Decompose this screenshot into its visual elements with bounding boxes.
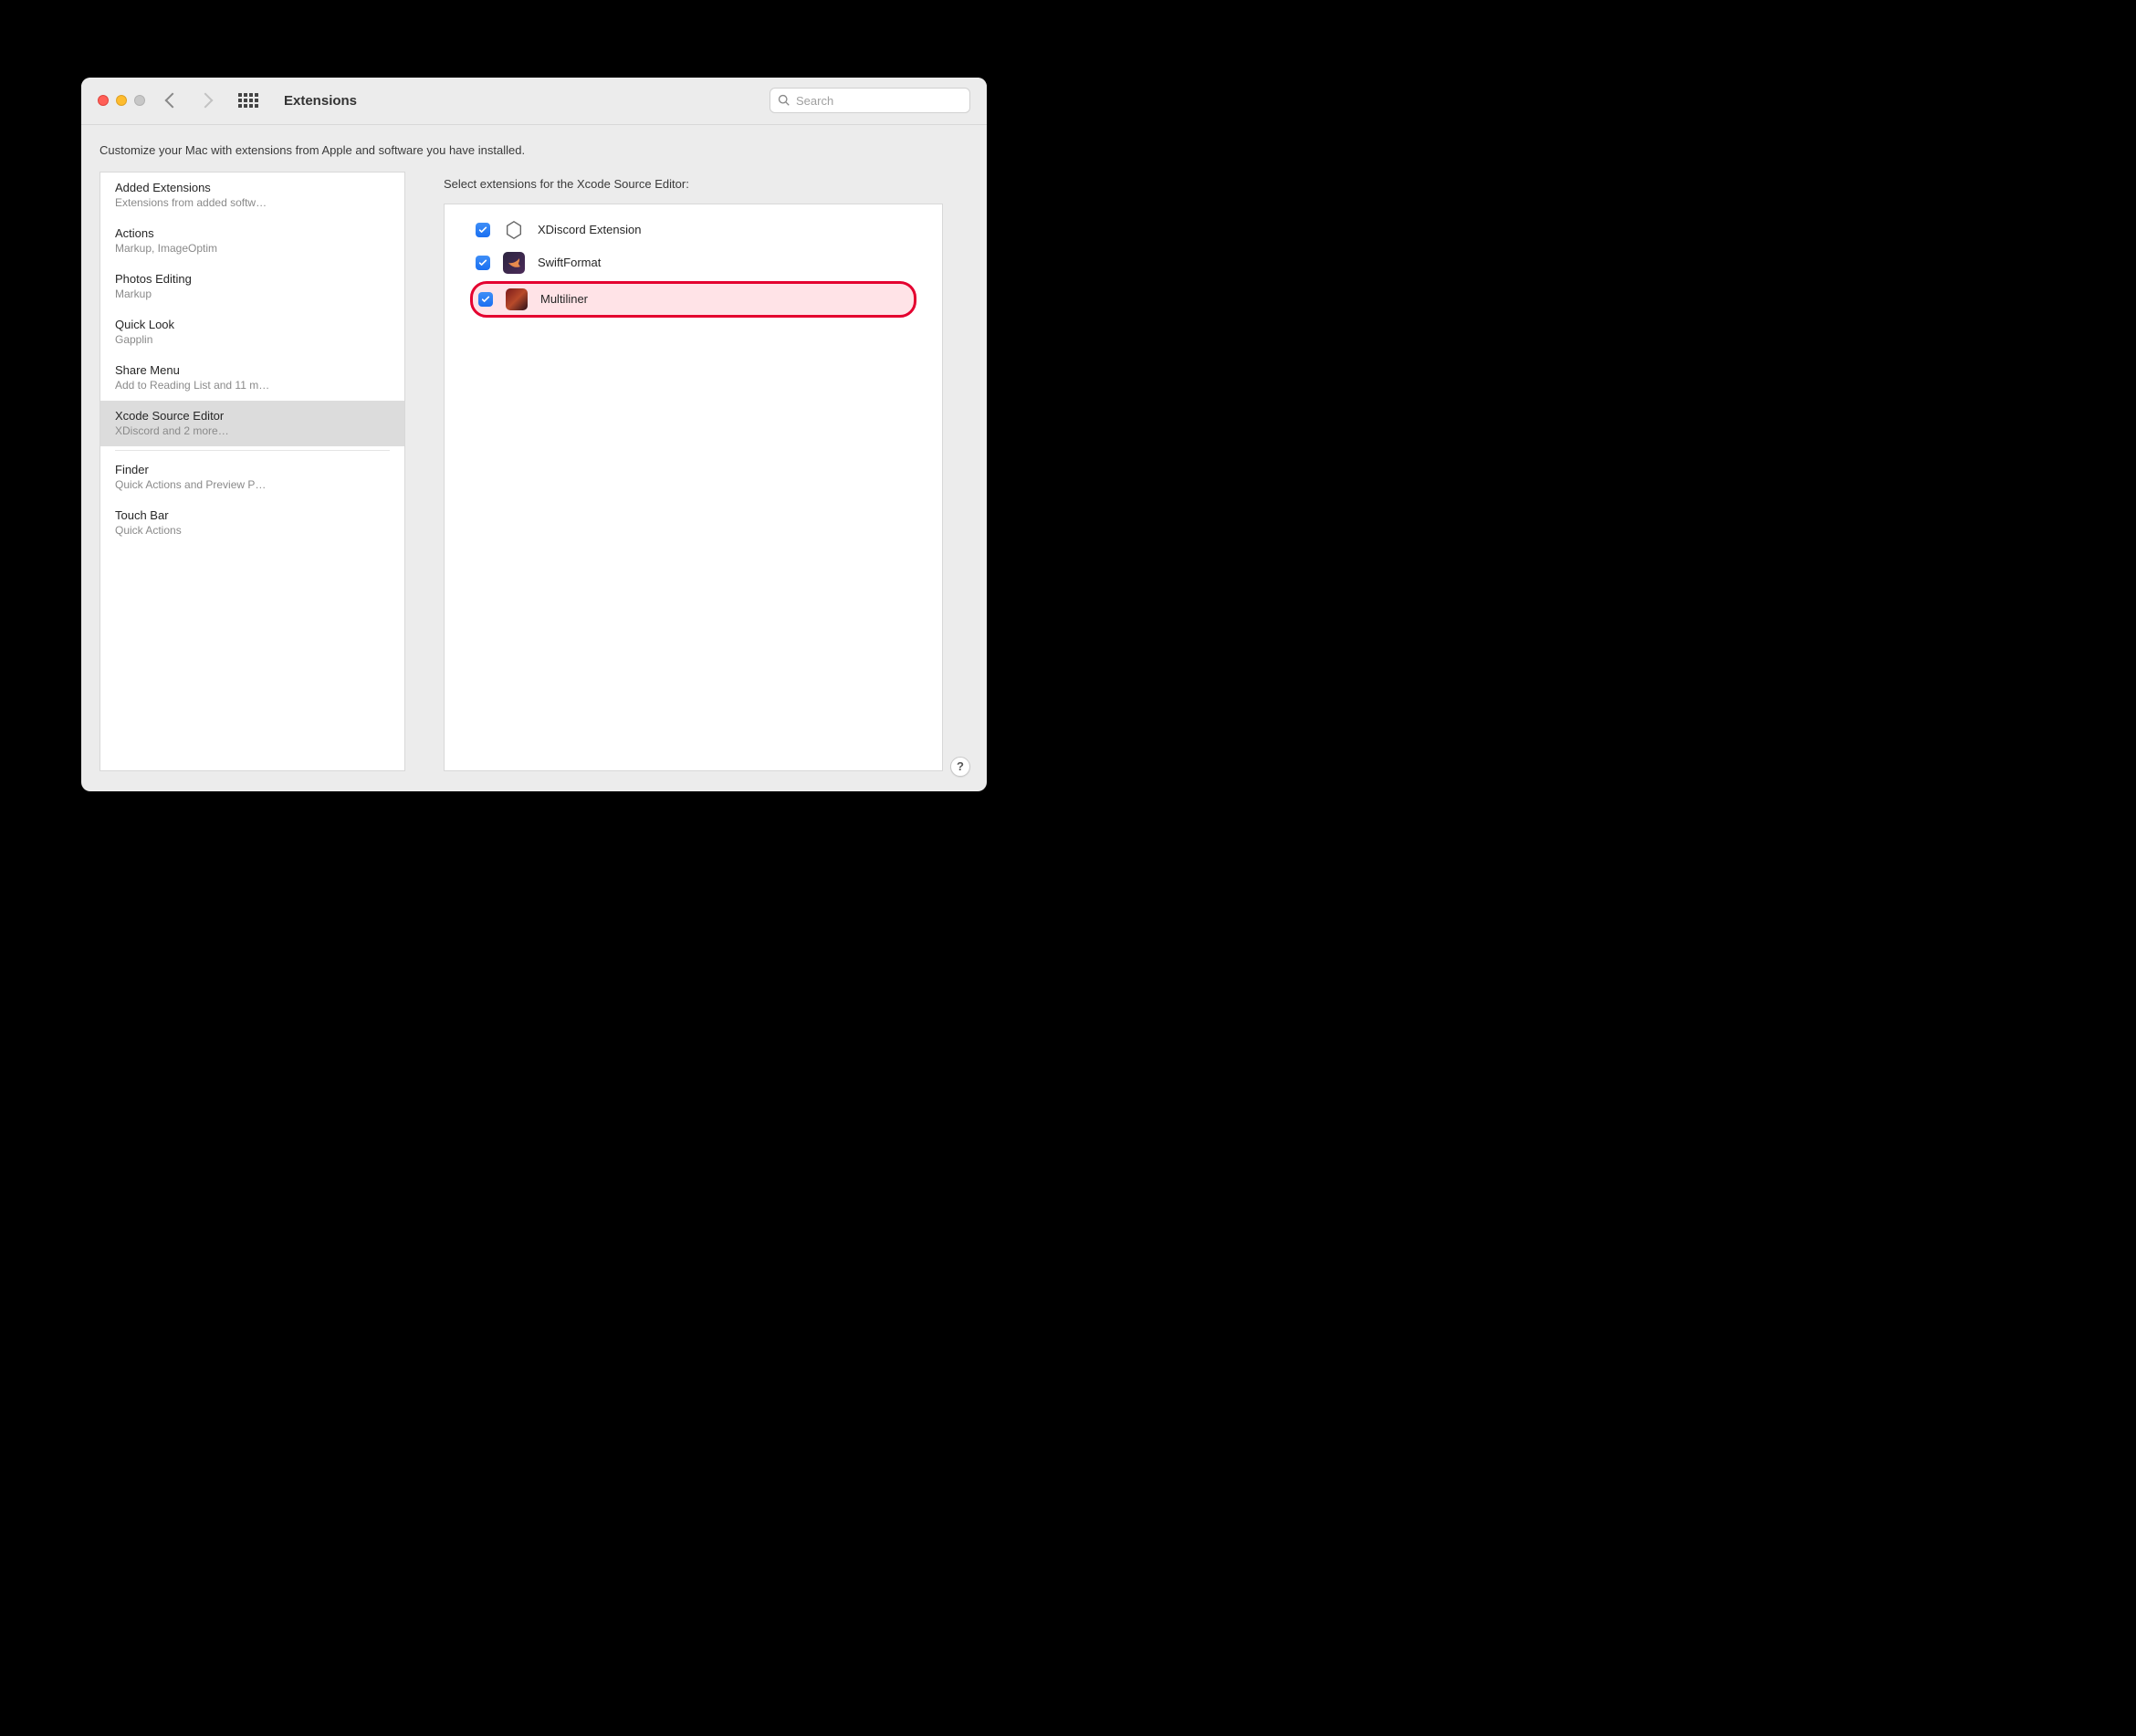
page-description: Customize your Mac with extensions from … xyxy=(81,125,987,172)
check-icon xyxy=(478,225,487,235)
sidebar-item-title: Xcode Source Editor xyxy=(115,409,390,423)
sidebar-item-actions[interactable]: Actions Markup, ImageOptim xyxy=(100,218,404,264)
sidebar-item-subtitle: Quick Actions and Preview P… xyxy=(115,478,390,491)
sidebar-item-subtitle: Markup, ImageOptim xyxy=(115,242,390,255)
sidebar-item-finder[interactable]: Finder Quick Actions and Preview P… xyxy=(100,455,404,500)
preferences-window: Extensions Customize your Mac with exten… xyxy=(81,78,987,791)
window-title: Extensions xyxy=(284,93,357,109)
help-button[interactable]: ? xyxy=(950,757,970,777)
multiliner-icon xyxy=(506,288,528,310)
sidebar-item-title: Actions xyxy=(115,226,390,240)
sidebar-item-photos-editing[interactable]: Photos Editing Markup xyxy=(100,264,404,309)
show-all-icon[interactable] xyxy=(238,93,258,108)
extension-name: SwiftFormat xyxy=(538,256,601,269)
sidebar-item-title: Share Menu xyxy=(115,363,390,377)
minimize-window-button[interactable] xyxy=(116,95,127,106)
sidebar-item-touch-bar[interactable]: Touch Bar Quick Actions xyxy=(100,500,404,546)
extension-name: Multiliner xyxy=(540,292,588,306)
sidebar-item-subtitle: Add to Reading List and 11 m… xyxy=(115,379,390,392)
zoom-window-button xyxy=(134,95,145,106)
sidebar-item-title: Added Extensions xyxy=(115,181,390,194)
category-sidebar: Added Extensions Extensions from added s… xyxy=(99,172,405,771)
extension-checkbox[interactable] xyxy=(476,256,490,270)
extension-name: XDiscord Extension xyxy=(538,223,641,236)
content-area: Added Extensions Extensions from added s… xyxy=(81,172,987,791)
swiftformat-icon xyxy=(503,252,525,274)
sidebar-divider xyxy=(115,450,390,451)
nav-arrows xyxy=(167,95,211,106)
close-window-button[interactable] xyxy=(98,95,109,106)
sidebar-item-title: Photos Editing xyxy=(115,272,390,286)
extension-list: XDiscord Extension SwiftFormat xyxy=(444,204,943,771)
extension-row-swiftformat[interactable]: SwiftFormat xyxy=(445,246,942,279)
extension-row-xdiscord[interactable]: XDiscord Extension xyxy=(445,214,942,246)
extension-checkbox[interactable] xyxy=(478,292,493,307)
extension-row-multiliner[interactable]: Multiliner xyxy=(470,281,916,318)
detail-heading: Select extensions for the Xcode Source E… xyxy=(418,172,969,204)
check-icon xyxy=(478,258,487,267)
sidebar-item-subtitle: Extensions from added softw… xyxy=(115,196,390,209)
search-input[interactable] xyxy=(796,94,962,108)
sidebar-item-share-menu[interactable]: Share Menu Add to Reading List and 11 m… xyxy=(100,355,404,401)
hexagon-icon xyxy=(503,219,525,241)
sidebar-item-title: Quick Look xyxy=(115,318,390,331)
check-icon xyxy=(481,295,490,304)
extension-checkbox[interactable] xyxy=(476,223,490,237)
sidebar-item-subtitle: Markup xyxy=(115,288,390,300)
search-icon xyxy=(778,94,791,107)
traffic-lights xyxy=(98,95,145,106)
sidebar-item-subtitle: XDiscord and 2 more… xyxy=(115,424,390,437)
search-field[interactable] xyxy=(770,88,970,113)
sidebar-item-added-extensions[interactable]: Added Extensions Extensions from added s… xyxy=(100,173,404,218)
back-button[interactable] xyxy=(165,93,181,109)
sidebar-item-subtitle: Gapplin xyxy=(115,333,390,346)
sidebar-item-subtitle: Quick Actions xyxy=(115,524,390,537)
sidebar-item-title: Touch Bar xyxy=(115,508,390,522)
sidebar-item-title: Finder xyxy=(115,463,390,476)
sidebar-item-quick-look[interactable]: Quick Look Gapplin xyxy=(100,309,404,355)
detail-pane: Select extensions for the Xcode Source E… xyxy=(418,172,969,771)
sidebar-item-xcode-source-editor[interactable]: Xcode Source Editor XDiscord and 2 more… xyxy=(100,401,404,446)
toolbar: Extensions xyxy=(81,78,987,125)
forward-button xyxy=(198,93,214,109)
